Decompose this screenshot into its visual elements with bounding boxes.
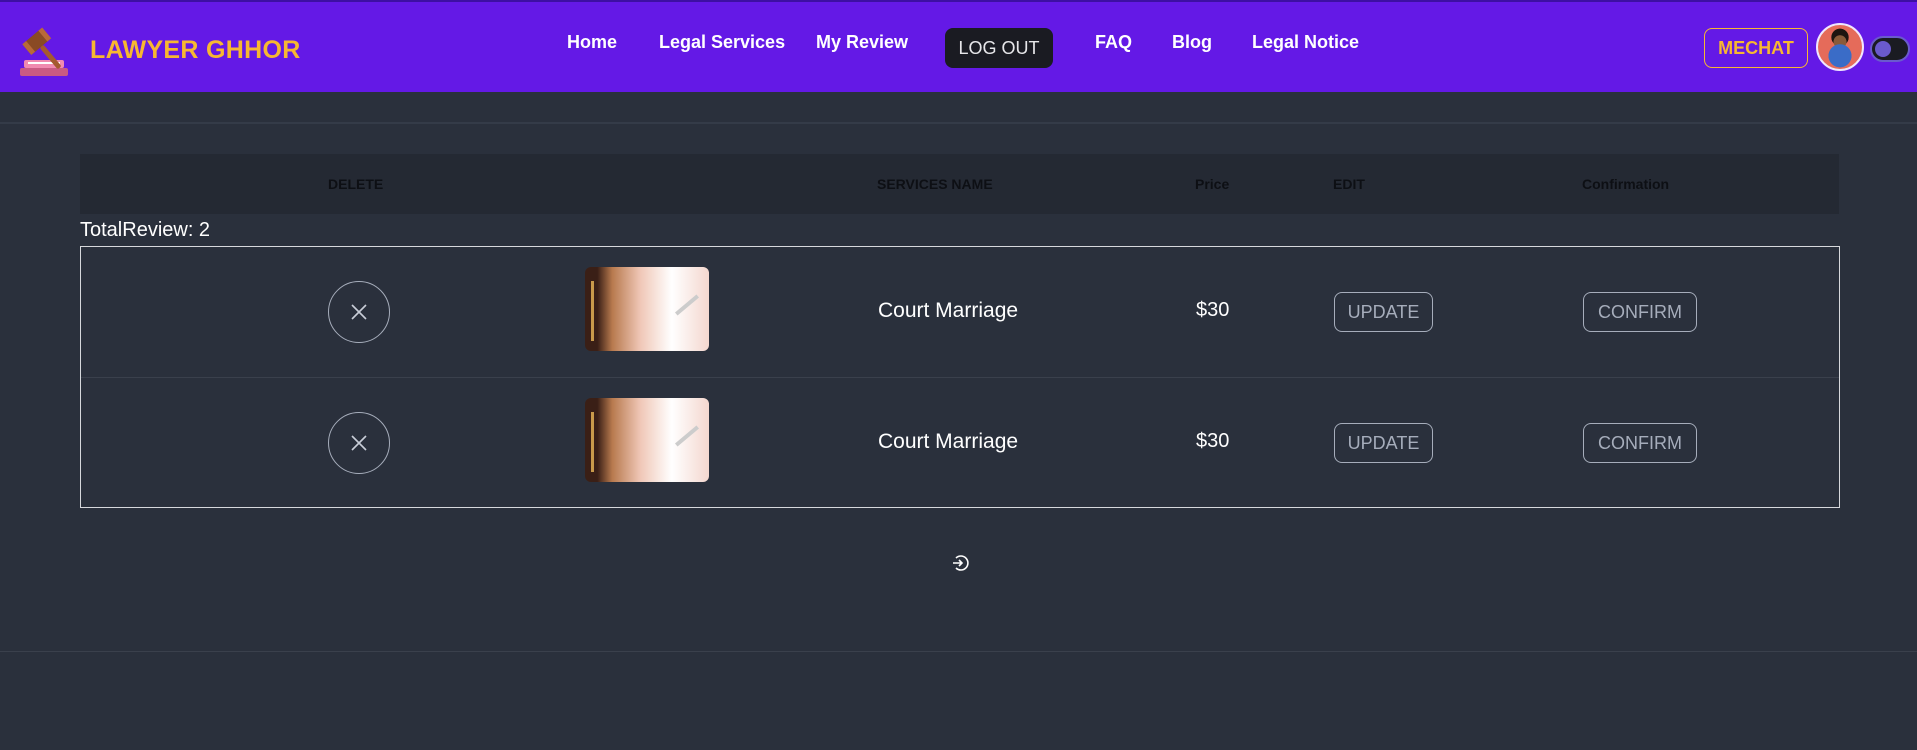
table-row: Court Marriage $30 UPDATE CONFIRM [81, 247, 1839, 377]
divider [0, 122, 1917, 124]
nav-my-review[interactable]: My Review [816, 32, 908, 58]
logout-button[interactable]: LOG OUT [945, 28, 1053, 68]
service-price: $30 [1196, 299, 1230, 321]
table-row: Court Marriage $30 UPDATE CONFIRM [81, 377, 1839, 507]
nav-faq[interactable]: FAQ [1095, 32, 1132, 58]
footer-divider [0, 651, 1917, 652]
navbar: LAWYER GHHOR Home Legal Services My Revi… [0, 0, 1917, 92]
service-price: $30 [1196, 430, 1230, 452]
header-service-name: SERVICES NAME [877, 176, 993, 192]
header-price: Price [1195, 176, 1230, 192]
table-header: DELETE SERVICES NAME Price EDIT Confirma… [80, 154, 1839, 214]
service-thumbnail [585, 267, 709, 351]
close-icon [351, 435, 367, 451]
nav-legal-services[interactable]: Legal Services [659, 32, 785, 58]
nav-home[interactable]: Home [567, 32, 617, 58]
review-table: Court Marriage $30 UPDATE CONFIRM Court … [80, 246, 1840, 508]
update-button[interactable]: UPDATE [1334, 423, 1433, 463]
theme-toggle[interactable] [1870, 36, 1910, 62]
update-button[interactable]: UPDATE [1334, 292, 1433, 332]
logout-circle-icon[interactable] [950, 553, 970, 573]
user-name-button[interactable]: MECHAT [1704, 28, 1808, 68]
delete-button[interactable] [328, 281, 390, 343]
confirm-button[interactable]: CONFIRM [1583, 423, 1697, 463]
header-confirmation: Confirmation [1582, 176, 1670, 192]
header-delete: DELETE [328, 176, 384, 192]
nav-legal-notice[interactable]: Legal Notice [1252, 32, 1359, 58]
header-edit: EDIT [1333, 176, 1365, 192]
toggle-knob [1875, 41, 1891, 57]
close-icon [351, 304, 367, 320]
service-name: Court Marriage [878, 299, 1019, 322]
delete-button[interactable] [328, 412, 390, 474]
total-review-count: TotalReview: 2 [80, 219, 211, 241]
service-thumbnail [585, 398, 709, 482]
confirm-button[interactable]: CONFIRM [1583, 292, 1697, 332]
service-name: Court Marriage [878, 430, 1019, 453]
avatar[interactable] [1816, 23, 1864, 71]
nav-blog[interactable]: Blog [1172, 32, 1212, 58]
